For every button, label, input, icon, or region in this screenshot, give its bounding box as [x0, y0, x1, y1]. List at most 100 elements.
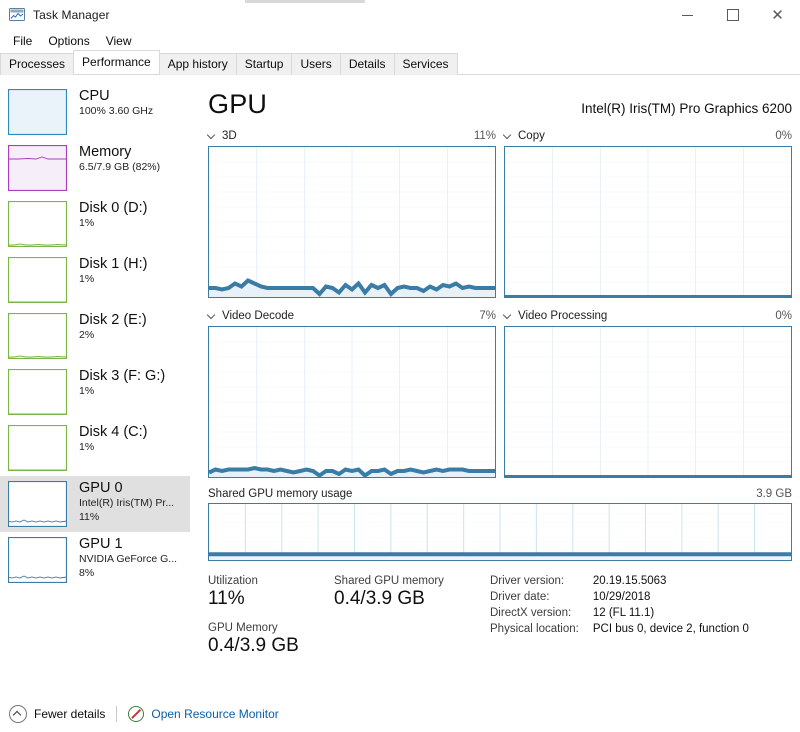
- sidebar-thumbnail: [8, 201, 67, 247]
- tab-startup[interactable]: Startup: [236, 53, 293, 75]
- title-bar: Task Manager ✕: [0, 0, 800, 30]
- graph-row-bottom: Video Decode 7% Video Processing 0%: [208, 308, 792, 478]
- sidebar-item-detail: Intel(R) Iris(TM) Pr...: [79, 498, 174, 510]
- info-key: Driver date:: [490, 591, 593, 607]
- chevron-up-circle-icon: [9, 705, 27, 723]
- graph-cell-video-processing: Video Processing 0%: [504, 308, 792, 478]
- tab-performance[interactable]: Performance: [73, 50, 160, 74]
- minimize-icon: [682, 15, 693, 16]
- graph-caption-copy: Copy 0%: [504, 128, 792, 143]
- graph-3d[interactable]: [208, 146, 496, 298]
- resource-sidebar: CPU100% 3.60 GHzMemory6.5/7.9 GB (82%)Di…: [0, 75, 190, 718]
- tab-processes[interactable]: Processes: [0, 53, 74, 75]
- sidebar-item-label: GPU 1: [79, 536, 177, 552]
- graph-value-3d: 11%: [474, 130, 496, 142]
- sidebar-item-label: Disk 1 (H:): [79, 256, 147, 272]
- graph-label-copy: Copy: [518, 130, 545, 142]
- minimize-button[interactable]: [665, 0, 710, 30]
- graph-row-top: 3D 11% Copy 0%: [208, 128, 792, 298]
- close-button[interactable]: ✕: [755, 0, 800, 30]
- task-manager-icon: [9, 7, 25, 23]
- chevron-down-icon[interactable]: [208, 131, 217, 140]
- stats-section: Utilization 11% GPU Memory 0.4/3.9 GB Sh…: [190, 561, 800, 669]
- tab-users[interactable]: Users: [291, 53, 340, 75]
- graph-video-processing[interactable]: [504, 326, 792, 478]
- sidebar-item-disk-2-e[interactable]: Disk 2 (E:)2%: [0, 308, 190, 364]
- sidebar-item-detail: 100% 3.60 GHz: [79, 106, 153, 118]
- sidebar-thumbnail: [8, 537, 67, 583]
- footer-divider: [116, 706, 117, 722]
- sidebar-thumbnail: [8, 481, 67, 527]
- stat-column-utilization: Utilization 11% GPU Memory 0.4/3.9 GB: [208, 575, 308, 669]
- sidebar-item-label: Disk 0 (D:): [79, 200, 147, 216]
- graph-cell-video-decode: Video Decode 7%: [208, 308, 496, 478]
- shared-memory-caption: Shared GPU memory usage 3.9 GB: [208, 488, 792, 500]
- graph-value-video-decode: 7%: [479, 310, 496, 322]
- sidebar-thumbnail: [8, 257, 67, 303]
- chevron-down-icon[interactable]: [504, 311, 513, 320]
- graph-label-3d: 3D: [222, 130, 237, 142]
- menu-item-options[interactable]: Options: [40, 32, 97, 50]
- sidebar-item-label: Disk 4 (C:): [79, 424, 147, 440]
- utilization-value: 11%: [208, 588, 308, 610]
- info-key: Physical location:: [490, 623, 593, 639]
- shared-memory-max: 3.9 GB: [756, 488, 792, 500]
- tab-services[interactable]: Services: [394, 53, 458, 75]
- info-value: 20.19.15.5063: [593, 575, 749, 591]
- menu-item-file[interactable]: File: [5, 32, 40, 50]
- stat-column-info: Driver version:20.19.15.5063Driver date:…: [490, 575, 749, 669]
- sidebar-item-text: Disk 2 (E:)2%: [79, 312, 147, 342]
- sidebar-item-label: Disk 3 (F: G:): [79, 368, 165, 384]
- graph-value-copy: 0%: [775, 130, 792, 142]
- info-value: 10/29/2018: [593, 591, 749, 607]
- tab-strip: Processes Performance App history Startu…: [0, 52, 800, 75]
- sidebar-item-usage: 11%: [79, 512, 174, 524]
- info-key: Driver version:: [490, 575, 593, 591]
- shared-memory-section: Shared GPU memory usage 3.9 GB: [208, 488, 792, 561]
- sidebar-item-memory[interactable]: Memory6.5/7.9 GB (82%): [0, 140, 190, 196]
- sidebar-item-disk-4-c[interactable]: Disk 4 (C:)1%: [0, 420, 190, 476]
- gpu-memory-value: 0.4/3.9 GB: [208, 635, 308, 657]
- graph-cell-3d: 3D 11%: [208, 128, 496, 298]
- menu-bar: File Options View: [0, 30, 800, 52]
- graph-shared-memory[interactable]: [208, 503, 792, 561]
- sidebar-item-cpu[interactable]: CPU100% 3.60 GHz: [0, 84, 190, 140]
- graph-label-video-decode: Video Decode: [222, 310, 294, 322]
- info-row: Physical location:PCI bus 0, device 2, f…: [490, 623, 749, 639]
- fewer-details-button[interactable]: Fewer details: [9, 705, 105, 723]
- window-title: Task Manager: [33, 8, 110, 22]
- sidebar-thumbnail: [8, 313, 67, 359]
- sidebar-item-disk-1-h[interactable]: Disk 1 (H:) 1%: [0, 252, 190, 308]
- maximize-button[interactable]: [710, 0, 755, 30]
- graph-caption-video-processing: Video Processing 0%: [504, 308, 792, 323]
- sidebar-item-detail: 1%: [79, 274, 147, 286]
- open-resource-monitor-link[interactable]: Open Resource Monitor: [128, 706, 278, 722]
- sidebar-item-disk-0-d[interactable]: Disk 0 (D:)1%: [0, 196, 190, 252]
- info-row: Driver version:20.19.15.5063: [490, 575, 749, 591]
- info-value: PCI bus 0, device 2, function 0: [593, 623, 749, 639]
- graph-video-decode[interactable]: [208, 326, 496, 478]
- tab-app-history[interactable]: App history: [159, 53, 237, 75]
- info-value: 12 (FL 11.1): [593, 607, 749, 623]
- graph-grid: 3D 11% Copy 0%: [190, 120, 800, 561]
- chevron-down-icon[interactable]: [504, 131, 513, 140]
- sidebar-item-text: Disk 1 (H:) 1%: [79, 256, 147, 286]
- content-area: CPU100% 3.60 GHzMemory6.5/7.9 GB (82%)Di…: [0, 75, 800, 718]
- sidebar-item-disk-3-f-g[interactable]: Disk 3 (F: G:)1%: [0, 364, 190, 420]
- sidebar-item-text: GPU 1NVIDIA GeForce G...8%: [79, 536, 177, 580]
- footer-bar: Fewer details Open Resource Monitor: [0, 695, 800, 732]
- sidebar-item-detail: 6.5/7.9 GB (82%): [79, 162, 160, 174]
- graph-copy[interactable]: [504, 146, 792, 298]
- chevron-down-icon[interactable]: [208, 311, 217, 320]
- window-controls: ✕: [665, 0, 800, 30]
- device-name: Intel(R) Iris(TM) Pro Graphics 6200: [581, 101, 792, 116]
- sidebar-item-gpu-0[interactable]: GPU 0Intel(R) Iris(TM) Pr...11%: [0, 476, 190, 532]
- sidebar-item-gpu-1[interactable]: GPU 1NVIDIA GeForce G...8%: [0, 532, 190, 588]
- sidebar-thumbnail: [8, 89, 67, 135]
- tab-details[interactable]: Details: [340, 53, 395, 75]
- resource-monitor-icon: [128, 706, 144, 722]
- sidebar-thumbnail: [8, 369, 67, 415]
- graph-caption-3d: 3D 11%: [208, 128, 496, 143]
- shared-memory-label: Shared GPU memory usage: [208, 488, 352, 500]
- menu-item-view[interactable]: View: [98, 32, 140, 50]
